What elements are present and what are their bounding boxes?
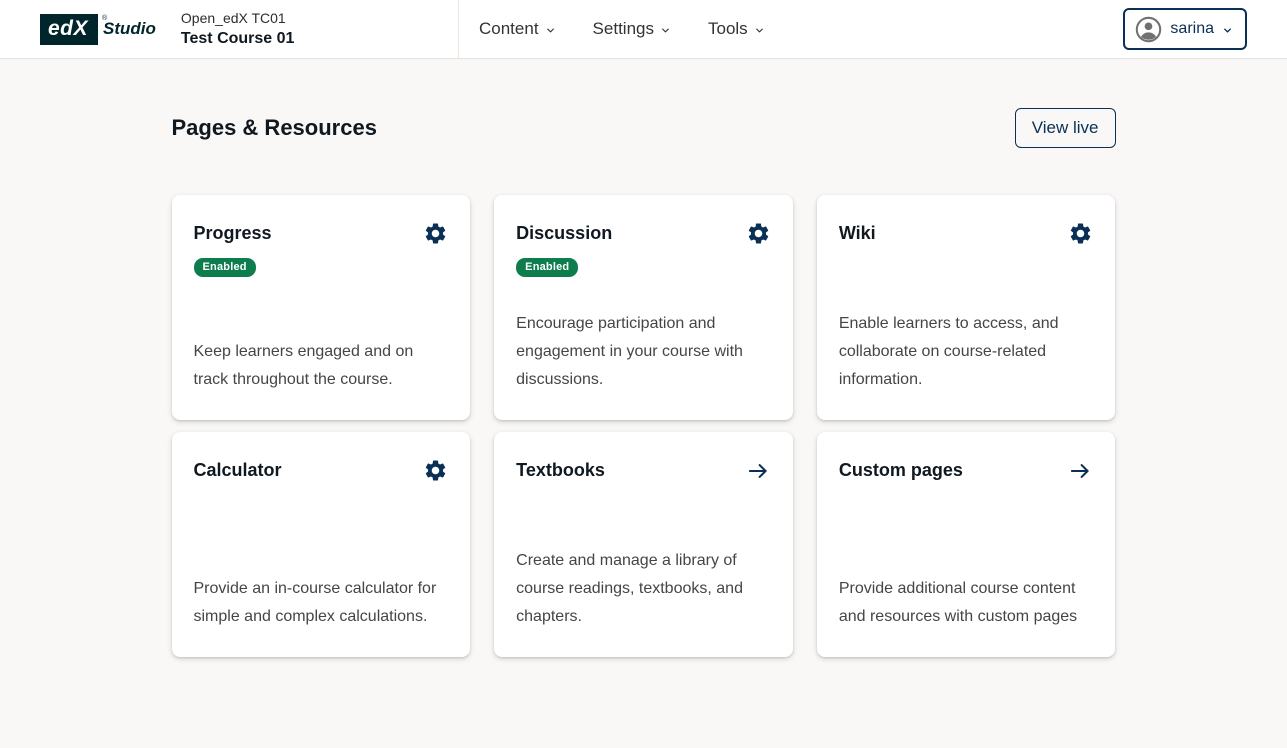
studio-wordmark: Studio	[103, 19, 156, 39]
card-header: Progress	[194, 221, 449, 246]
nav-tools-dropdown[interactable]: Tools	[708, 19, 765, 39]
edx-studio-logo[interactable]: edX ® Studio	[40, 14, 156, 45]
pages-resources-page: Pages & Resources View live Progress Ena…	[172, 108, 1116, 657]
cards-grid: Progress Enabled Keep learners engaged a…	[172, 195, 1116, 657]
card-description: Enable learners to access, and collabora…	[839, 310, 1094, 396]
chevron-down-icon	[754, 25, 765, 36]
open-arrow-icon[interactable]	[745, 458, 771, 484]
status-badge: Enabled	[194, 258, 256, 277]
nav-settings-dropdown[interactable]: Settings	[593, 19, 671, 39]
main-nav: Content Settings Tools	[459, 0, 765, 58]
page-header-row: Pages & Resources View live	[172, 108, 1116, 148]
registered-mark: ®	[102, 15, 107, 22]
card-header: Custom pages	[839, 458, 1094, 484]
studio-header: edX ® Studio Open_edX TC01 Test Course 0…	[0, 0, 1287, 59]
chevron-down-icon	[1222, 25, 1233, 36]
chevron-down-icon	[660, 25, 671, 36]
resource-card[interactable]: Calculator Provide an in-course calculat…	[172, 432, 471, 657]
username-label: sarina	[1170, 20, 1214, 38]
settings-gear-icon[interactable]	[423, 458, 448, 483]
settings-gear-icon[interactable]	[423, 221, 448, 246]
resource-card[interactable]: Discussion Enabled Encourage participati…	[494, 195, 793, 420]
card-description: Create and manage a library of course re…	[516, 547, 771, 633]
card-title: Wiki	[839, 221, 876, 244]
nav-content-dropdown[interactable]: Content	[479, 19, 556, 39]
card-header: Calculator	[194, 458, 449, 483]
card-header: Wiki	[839, 221, 1094, 246]
card-title: Discussion	[516, 221, 612, 244]
course-org-number: Open_edX TC01	[181, 9, 295, 28]
nav-content-label: Content	[479, 19, 539, 39]
course-info: Open_edX TC01 Test Course 01	[181, 9, 295, 49]
settings-gear-icon[interactable]	[746, 221, 771, 246]
card-description: Provide additional course content and re…	[839, 575, 1094, 633]
course-title: Test Course 01	[181, 28, 295, 50]
resource-card[interactable]: Textbooks Create and manage a library of…	[494, 432, 793, 657]
avatar-icon	[1135, 16, 1162, 43]
card-header: Textbooks	[516, 458, 771, 484]
view-live-button[interactable]: View live	[1015, 108, 1116, 148]
chevron-down-icon	[545, 25, 556, 36]
card-title: Progress	[194, 221, 272, 244]
resource-card[interactable]: Wiki Enable learners to access, and coll…	[817, 195, 1116, 420]
card-title: Custom pages	[839, 458, 963, 481]
card-header: Discussion	[516, 221, 771, 246]
resource-card[interactable]: Progress Enabled Keep learners engaged a…	[172, 195, 471, 420]
nav-tools-label: Tools	[708, 19, 748, 39]
header-left-section: edX ® Studio Open_edX TC01 Test Course 0…	[0, 0, 459, 58]
card-description: Encourage participation and engagement i…	[516, 310, 771, 396]
settings-gear-icon[interactable]	[1068, 221, 1093, 246]
status-badge: Enabled	[516, 258, 578, 277]
nav-settings-label: Settings	[593, 19, 654, 39]
card-title: Textbooks	[516, 458, 605, 481]
page-title: Pages & Resources	[172, 115, 377, 141]
open-arrow-icon[interactable]	[1067, 458, 1093, 484]
card-description: Provide an in-course calculator for simp…	[194, 575, 449, 633]
user-menu-button[interactable]: sarina	[1123, 8, 1247, 50]
edx-logo-mark: edX	[40, 14, 98, 45]
resource-card[interactable]: Custom pages Provide additional course c…	[817, 432, 1116, 657]
card-description: Keep learners engaged and on track throu…	[194, 338, 449, 396]
card-title: Calculator	[194, 458, 282, 481]
